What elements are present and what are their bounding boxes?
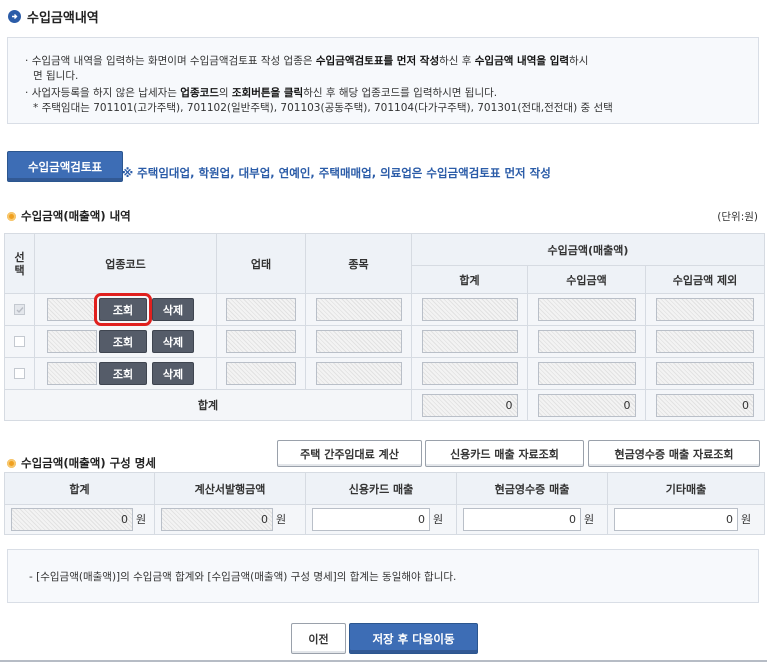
table-row: 조회 삭제 <box>4 357 766 390</box>
lookup-button[interactable]: 조회 <box>99 330 147 353</box>
arrow-circle-icon <box>8 10 21 23</box>
row-checkbox[interactable] <box>14 304 25 315</box>
excluded-amount-input[interactable] <box>656 298 754 321</box>
sum-income-input: 0 <box>537 393 636 417</box>
composition-table: 합계 계산서발행금액 신용카드 매출 현금영수증 매출 기타매출 0원 0원 0… <box>4 472 765 535</box>
comp-invoice-input: 0 <box>161 508 273 531</box>
total-amount-input[interactable] <box>421 330 518 353</box>
comp-header-total: 합계 <box>4 472 155 505</box>
section-revenue-title: 수입금액(매출액) 내역 <box>21 209 131 223</box>
header-type: 업태 <box>216 233 306 294</box>
comp-cash-input[interactable]: 0 <box>463 508 581 531</box>
business-item-input[interactable] <box>315 298 402 321</box>
notice-line-3: * 주택임대는 701101(고가주택), 701102(일반주택), 7011… <box>33 102 613 114</box>
header-select: 선택 <box>4 233 35 294</box>
won-label: 원 <box>136 512 147 526</box>
won-label: 원 <box>741 512 752 526</box>
header-total: 합계 <box>411 265 528 294</box>
comp-card-input[interactable]: 0 <box>312 508 430 531</box>
comp-total-input: 0 <box>11 508 133 531</box>
delete-button[interactable]: 삭제 <box>152 298 194 321</box>
industry-code-input[interactable] <box>47 362 97 385</box>
check-icon <box>16 306 24 313</box>
total-row-label: 합계 <box>4 389 412 421</box>
revenue-table: 선택 업종코드 업태 종목 수입금액(매출액) 합계 수입금액 수입금액 제외 … <box>4 233 766 421</box>
notice-line-1-cont: 면 됩니다. <box>33 70 79 82</box>
notice-line-2: · 사업자등록을 하지 않은 납세자는 업종코드의 조회버튼을 클릭하신 후 해… <box>25 87 498 99</box>
section-composition-title: 수입금액(매출액) 구성 명세 <box>21 456 156 470</box>
header-income: 수입금액 <box>527 265 646 294</box>
business-item-input[interactable] <box>315 362 402 385</box>
comp-header-cash: 현금영수증 매출 <box>456 472 608 505</box>
row-checkbox[interactable] <box>14 336 25 347</box>
excluded-amount-input[interactable] <box>656 362 754 385</box>
industry-code-input[interactable] <box>47 298 97 321</box>
table-row: 조회 삭제 <box>4 293 766 326</box>
unit-label: (단위:원) <box>717 211 758 223</box>
total-amount-input[interactable] <box>421 362 518 385</box>
lookup-button[interactable]: 조회 <box>94 293 152 326</box>
notice-box: · 수입금액 내역을 입력하는 화면이며 수입금액검토표 작성 업종은 수입금액… <box>7 37 759 124</box>
footer-divider <box>0 660 767 662</box>
bottom-notice-box: - [수입금액(매출액)]의 수입금액 합계와 [수입금액(매출액) 구성 명세… <box>7 549 759 603</box>
page-title: 수입금액내역 <box>8 7 99 26</box>
bottom-notice-text: - [수입금액(매출액)]의 수입금액 합계와 [수입금액(매출액) 구성 명세… <box>29 571 457 583</box>
income-amount-input[interactable] <box>537 362 636 385</box>
housing-rent-calc-button[interactable]: 주택 간주임대료 계산 <box>277 440 422 467</box>
section-composition-header: 수입금액(매출액) 구성 명세 <box>7 455 156 471</box>
header-revenue: 수입금액(매출액) <box>410 233 766 266</box>
business-type-input[interactable] <box>226 298 296 321</box>
row-checkbox[interactable] <box>14 368 25 379</box>
won-label: 원 <box>584 512 595 526</box>
excluded-amount-input[interactable] <box>656 330 754 353</box>
lookup-button[interactable]: 조회 <box>99 362 147 385</box>
comp-header-card: 신용카드 매출 <box>305 472 457 505</box>
table-row: 조회 삭제 <box>4 325 766 358</box>
income-amount-input[interactable] <box>537 298 636 321</box>
section-revenue-header: 수입금액(매출액) 내역 <box>7 208 131 224</box>
business-item-input[interactable] <box>315 330 402 353</box>
prev-button[interactable]: 이전 <box>291 623 346 654</box>
header-code: 업종코드 <box>34 233 217 294</box>
comp-header-other: 기타매출 <box>607 472 765 505</box>
revenue-review-button[interactable]: 수입금액검토표 <box>7 151 123 182</box>
won-label: 원 <box>433 512 444 526</box>
bullet-dot-icon <box>7 458 16 468</box>
total-amount-input[interactable] <box>421 298 518 321</box>
notice-line-1: · 수입금액 내역을 입력하는 화면이며 수입금액검토표 작성 업종은 수입금액… <box>25 55 589 67</box>
cash-receipt-lookup-button[interactable]: 현금영수증 매출 자료조회 <box>588 440 760 467</box>
sum-total-input: 0 <box>421 393 518 417</box>
header-item: 종목 <box>305 233 412 294</box>
business-type-input[interactable] <box>226 330 296 353</box>
sum-excluded-input: 0 <box>656 393 754 417</box>
total-row: 합계 0 0 0 <box>4 389 766 421</box>
won-label: 원 <box>276 512 287 526</box>
industry-code-input[interactable] <box>47 330 97 353</box>
save-next-button[interactable]: 저장 후 다음이동 <box>349 623 478 654</box>
income-amount-input[interactable] <box>537 330 636 353</box>
card-sales-lookup-button[interactable]: 신용카드 매출 자료조회 <box>425 440 584 467</box>
business-type-input[interactable] <box>226 362 296 385</box>
header-excluded: 수입금액 제외 <box>644 265 766 294</box>
delete-button[interactable]: 삭제 <box>152 330 194 353</box>
delete-button[interactable]: 삭제 <box>152 362 194 385</box>
comp-other-input[interactable]: 0 <box>614 508 738 531</box>
review-note: ※ 주택임대업, 학원업, 대부업, 연예인, 주택매매업, 의료업은 수입금액… <box>122 166 551 180</box>
page-title-text: 수입금액내역 <box>27 11 99 26</box>
bullet-dot-icon <box>7 211 16 221</box>
comp-header-invoice: 계산서발행금액 <box>154 472 306 505</box>
